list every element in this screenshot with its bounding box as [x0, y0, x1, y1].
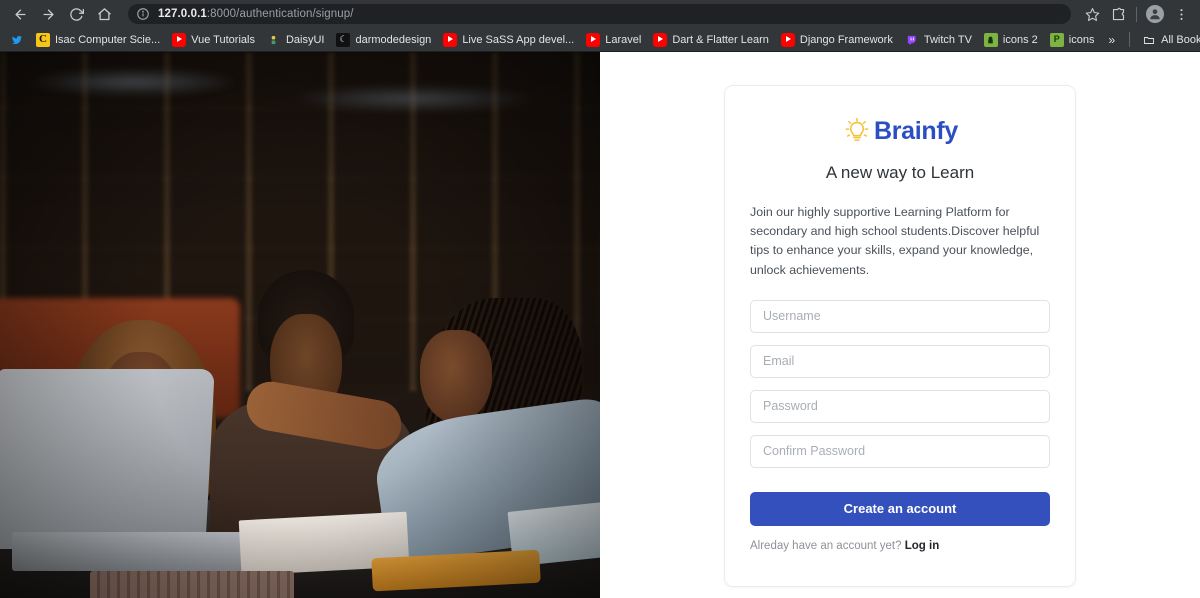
forward-arrow-icon — [43, 9, 53, 19]
url-path: :8000/authentication/signup/ — [206, 8, 354, 20]
bookmark-item[interactable]: Vue Tutorials — [166, 30, 261, 50]
three-dot-menu-icon — [1179, 8, 1183, 20]
bookmark-label: darmodedesign — [355, 33, 432, 46]
bookmark-item[interactable]: C Isac Computer Scie... — [30, 30, 166, 50]
url-host: 127.0.0.1 — [158, 8, 207, 20]
login-prompt-text: Alreday have an account yet? — [750, 539, 902, 552]
all-bookmarks-label: All Bookmarks — [1161, 33, 1200, 46]
signup-panel: Brainfy A new way to Learn Join our high… — [600, 52, 1200, 598]
bookmarks-bar: C Isac Computer Scie... Vue Tutorials Da… — [0, 28, 1200, 52]
bookmark-item[interactable]: icons 2 — [978, 30, 1044, 50]
signup-form — [750, 299, 1050, 468]
profile-avatar — [1146, 5, 1164, 23]
photo-vignette — [0, 52, 600, 598]
star-icon — [1085, 7, 1099, 21]
bookmark-item[interactable]: Laravel — [580, 30, 647, 50]
bookmark-label: Isac Computer Scie... — [55, 33, 161, 46]
green-lock-icon — [983, 32, 998, 47]
extensions-button[interactable] — [1105, 1, 1131, 27]
reload-button[interactable] — [62, 0, 90, 28]
brand-name: Brainfy — [873, 116, 959, 145]
all-bookmarks-button[interactable]: All Bookmarks — [1136, 30, 1200, 50]
twitch-icon — [905, 33, 919, 47]
back-arrow-icon — [15, 9, 25, 19]
bookmark-item[interactable]: Dart & Flatter Learn — [647, 30, 775, 50]
folder-icon — [1142, 33, 1156, 47]
youtube-icon — [586, 32, 601, 47]
c-logo-icon: C — [36, 32, 50, 47]
youtube-icon — [780, 32, 795, 47]
green-p-icon: P — [1049, 32, 1064, 47]
bookmark-label: Django Framework — [799, 33, 893, 46]
bookmark-label: DaisyUI — [285, 33, 325, 46]
page-viewport: Brainfy A new way to Learn Join our high… — [0, 52, 1200, 598]
home-icon — [97, 7, 111, 20]
signup-card: Brainfy A new way to Learn Join our high… — [724, 85, 1076, 587]
bookmarks-divider — [1129, 32, 1131, 47]
bookmark-label: Vue Tutorials — [191, 33, 255, 46]
page-title: A new way to Learn — [825, 163, 975, 182]
bookmark-label: Dart & Flatter Learn — [672, 33, 769, 46]
profile-button[interactable] — [1142, 1, 1168, 27]
reload-icon — [69, 7, 84, 21]
home-button[interactable] — [90, 0, 118, 28]
browser-toolbar: 127.0.0.1:8000/authentication/signup/ — [0, 0, 1200, 28]
url-text: 127.0.0.1:8000/authentication/signup/ — [158, 8, 354, 20]
bookmark-item[interactable]: P icons — [1044, 30, 1101, 50]
bookmark-item[interactable]: Django Framework — [775, 30, 899, 50]
youtube-icon — [172, 32, 187, 47]
hero-photo — [0, 52, 600, 598]
twitter-icon — [10, 33, 24, 47]
forward-button[interactable] — [34, 0, 62, 28]
toolbar-actions — [1079, 1, 1194, 27]
bookmark-item[interactable] — [4, 30, 30, 50]
back-button[interactable] — [6, 0, 34, 28]
bookmark-item[interactable]: Live SaSS App devel... — [437, 30, 580, 50]
email-input[interactable] — [750, 344, 1050, 378]
login-prompt: Alreday have an account yet? Log in — [750, 540, 1050, 552]
bookmark-item[interactable]: ☾ darmodedesign — [330, 30, 437, 50]
browser-menu-button[interactable] — [1168, 1, 1194, 27]
create-account-button[interactable]: Create an account — [750, 491, 1050, 526]
username-input[interactable] — [750, 299, 1050, 333]
moon-icon: ☾ — [336, 32, 351, 47]
youtube-icon — [443, 32, 458, 47]
confirm-password-input[interactable] — [750, 434, 1050, 468]
lightbulb-icon — [845, 117, 869, 141]
site-information-icon[interactable] — [136, 7, 150, 21]
toolbar-divider — [1136, 6, 1137, 22]
bookmark-label: Laravel — [605, 33, 642, 46]
browser-window: 127.0.0.1:8000/authentication/signup/ C … — [0, 0, 1200, 598]
bookmark-label: icons 2 — [1002, 33, 1038, 46]
password-input[interactable] — [750, 389, 1050, 423]
intro-paragraph: Join our highly supportive Learning Plat… — [750, 205, 1040, 277]
bookmark-label: icons — [1068, 33, 1095, 46]
avatar-silhouette-icon — [1150, 9, 1160, 20]
bookmark-item[interactable]: DaisyUI — [261, 30, 331, 50]
youtube-icon — [653, 32, 668, 47]
bookmark-label: Live SaSS App devel... — [462, 33, 575, 46]
brand-header: Brainfy — [750, 116, 1050, 146]
bookmark-item[interactable]: Twitch TV — [899, 30, 978, 50]
login-link[interactable]: Log in — [905, 540, 940, 552]
address-bar[interactable]: 127.0.0.1:8000/authentication/signup/ — [128, 4, 1071, 24]
bookmarks-overflow-group: » All Bookmarks — [1100, 30, 1200, 50]
bookmark-star-button[interactable] — [1079, 1, 1105, 27]
bookmark-label: Twitch TV — [923, 33, 972, 46]
bookmarks-overflow-button[interactable]: » — [1100, 33, 1123, 47]
extensions-puzzle-icon — [1112, 7, 1124, 20]
daisyui-icon — [267, 33, 281, 47]
